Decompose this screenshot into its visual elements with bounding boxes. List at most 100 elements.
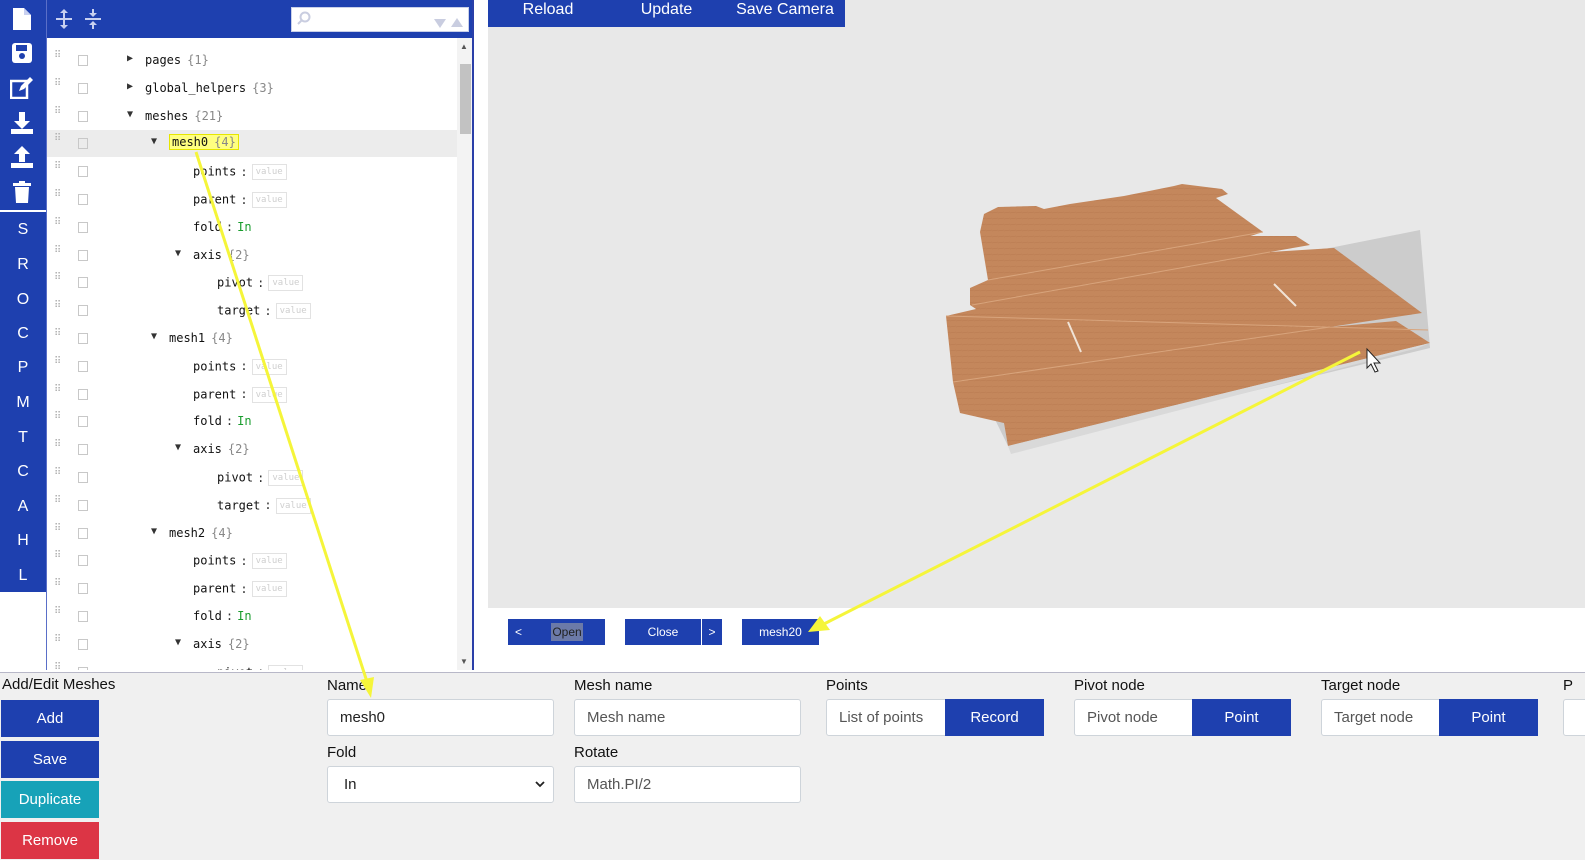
tree-key[interactable]: meshes — [145, 109, 188, 123]
name-input[interactable]: mesh0 — [327, 699, 554, 736]
drag-handle-icon[interactable]: ⠿ — [54, 162, 62, 178]
remove-button[interactable]: Remove — [1, 822, 99, 859]
tree-row[interactable]: ⠿ parent: value — [47, 575, 457, 602]
cut-off-input[interactable] — [1563, 699, 1585, 736]
tree-node[interactable]: mesh2 {4} — [169, 526, 233, 540]
tree-node[interactable]: points: value — [193, 164, 287, 181]
tree-key[interactable]: fold — [193, 414, 222, 428]
target-point-button[interactable]: Point — [1439, 699, 1538, 736]
tree-node[interactable]: meshes {21} — [145, 109, 223, 123]
tree-key[interactable]: fold — [193, 220, 222, 234]
tree-value-field[interactable]: value — [275, 497, 311, 514]
tree-row[interactable]: ⠿ ▼ axis {2} — [47, 242, 457, 269]
search-down-icon[interactable] — [434, 15, 446, 33]
tree-value-field[interactable]: value — [251, 386, 287, 403]
sidebar-letter-8[interactable]: A — [0, 497, 46, 517]
tree-value-field[interactable]: value — [268, 664, 304, 670]
3d-viewer[interactable]: Reload Update Save Camera — [488, 0, 1585, 608]
drag-handle-icon[interactable]: ⠿ — [54, 106, 62, 123]
tree-row[interactable]: ⠿ parent: value — [47, 381, 457, 408]
collapse-caret-icon[interactable]: ▼ — [175, 637, 187, 648]
expand-caret-icon[interactable]: ▶ — [127, 53, 139, 64]
sidebar-letter-4[interactable]: P — [0, 358, 46, 378]
context-menu-icon[interactable] — [78, 472, 88, 483]
drag-handle-icon[interactable]: ⠿ — [54, 134, 62, 150]
upload-icon[interactable] — [9, 144, 35, 170]
tree-row[interactable]: ⠿ pivot:value — [47, 464, 457, 491]
drag-handle-icon[interactable]: ⠿ — [54, 217, 62, 234]
context-menu-icon[interactable] — [78, 583, 88, 595]
context-menu-icon[interactable] — [78, 194, 88, 205]
context-menu-icon[interactable] — [78, 249, 88, 261]
scroll-down-icon[interactable]: ▼ — [460, 657, 468, 666]
sidebar-letter-5[interactable]: M — [0, 393, 46, 413]
rotate-input[interactable]: Math.PI/2 — [574, 766, 801, 803]
prev-button[interactable]: < — [508, 619, 529, 645]
tree-value-field[interactable]: value — [268, 470, 304, 486]
context-menu-icon[interactable] — [78, 305, 88, 317]
expand-caret-icon[interactable]: ▶ — [127, 81, 139, 92]
tree-node[interactable]: target: value — [217, 303, 311, 320]
tree-node[interactable]: target: value — [217, 497, 311, 514]
context-menu-icon[interactable] — [78, 333, 88, 344]
drag-handle-icon[interactable]: ⠿ — [54, 523, 62, 540]
sidebar-letter-10[interactable]: L — [0, 566, 46, 586]
save-button[interactable]: Save — [1, 741, 99, 778]
drag-handle-icon[interactable]: ⠿ — [54, 412, 62, 428]
drag-handle-icon[interactable]: ⠿ — [54, 495, 62, 512]
tree-node[interactable]: pivot:value — [217, 664, 304, 670]
scroll-up-icon[interactable]: ▲ — [460, 42, 468, 51]
tree-node[interactable]: mesh0 {4} — [169, 134, 239, 151]
tree-row[interactable]: ⠿ points: value — [47, 547, 457, 574]
context-menu-icon[interactable] — [78, 416, 88, 428]
tree-key[interactable]: parent — [193, 582, 236, 596]
tree-key[interactable]: mesh2 — [169, 526, 205, 540]
tree-row[interactable]: ⠿ target: value — [47, 492, 457, 519]
tree-node[interactable]: pages {1} — [145, 53, 209, 67]
sidebar-letter-7[interactable]: C — [0, 462, 46, 482]
drag-handle-icon[interactable]: ⠿ — [54, 579, 62, 595]
tree-row[interactable]: ⠿ fold: In — [47, 214, 457, 241]
tree-node[interactable]: mesh1 {4} — [169, 331, 233, 345]
add-button[interactable]: Add — [1, 700, 99, 737]
tree-key[interactable]: axis — [193, 248, 222, 262]
tree-node[interactable]: fold: In — [193, 414, 252, 428]
sidebar-letter-9[interactable]: H — [0, 531, 46, 551]
tree-key[interactable]: pivot — [217, 665, 253, 670]
tree-node[interactable]: pivot:value — [217, 275, 304, 292]
context-menu-icon[interactable] — [78, 499, 88, 511]
tree-key[interactable]: parent — [193, 193, 236, 207]
trash-icon[interactable] — [9, 179, 35, 205]
tree-value[interactable]: In — [237, 609, 251, 623]
tree-node[interactable]: points: value — [193, 553, 287, 570]
context-menu-icon[interactable] — [78, 527, 88, 539]
sidebar-letter-6[interactable]: T — [0, 428, 46, 448]
collapse-caret-icon[interactable]: ▼ — [151, 331, 163, 342]
tree-value-field[interactable]: value — [251, 164, 287, 181]
pivot-point-button[interactable]: Point — [1192, 699, 1291, 736]
tree-key[interactable]: pages — [145, 53, 181, 67]
drag-handle-icon[interactable]: ⠿ — [54, 468, 62, 484]
tree-row[interactable]: ⠿ pivot:value — [47, 269, 457, 296]
tree-key[interactable]: points — [193, 165, 236, 179]
expand-all-icon[interactable] — [56, 9, 74, 29]
tree-key[interactable]: points — [193, 554, 236, 568]
sidebar-letter-3[interactable]: C — [0, 324, 46, 344]
context-menu-icon[interactable] — [78, 221, 88, 233]
tree-value-field[interactable]: value — [251, 581, 287, 598]
tree-key[interactable]: parent — [193, 387, 236, 401]
context-menu-icon[interactable] — [78, 555, 88, 567]
tree-row[interactable]: ⠿ fold: In — [47, 603, 457, 630]
drag-handle-icon[interactable]: ⠿ — [54, 51, 62, 67]
sidebar-letter-2[interactable]: O — [0, 290, 46, 310]
tree-node[interactable]: parent: value — [193, 192, 287, 208]
tree-key[interactable]: points — [193, 359, 236, 373]
context-menu-icon[interactable] — [78, 666, 88, 670]
close-button[interactable]: Close — [625, 619, 701, 645]
context-menu-icon[interactable] — [78, 638, 88, 650]
pivot-node-input[interactable]: Pivot node — [1074, 699, 1193, 736]
context-menu-icon[interactable] — [78, 138, 88, 150]
tree-row[interactable]: ⠿ parent: value — [47, 186, 457, 213]
context-menu-icon[interactable] — [78, 444, 88, 456]
search-up-icon[interactable] — [451, 14, 463, 32]
